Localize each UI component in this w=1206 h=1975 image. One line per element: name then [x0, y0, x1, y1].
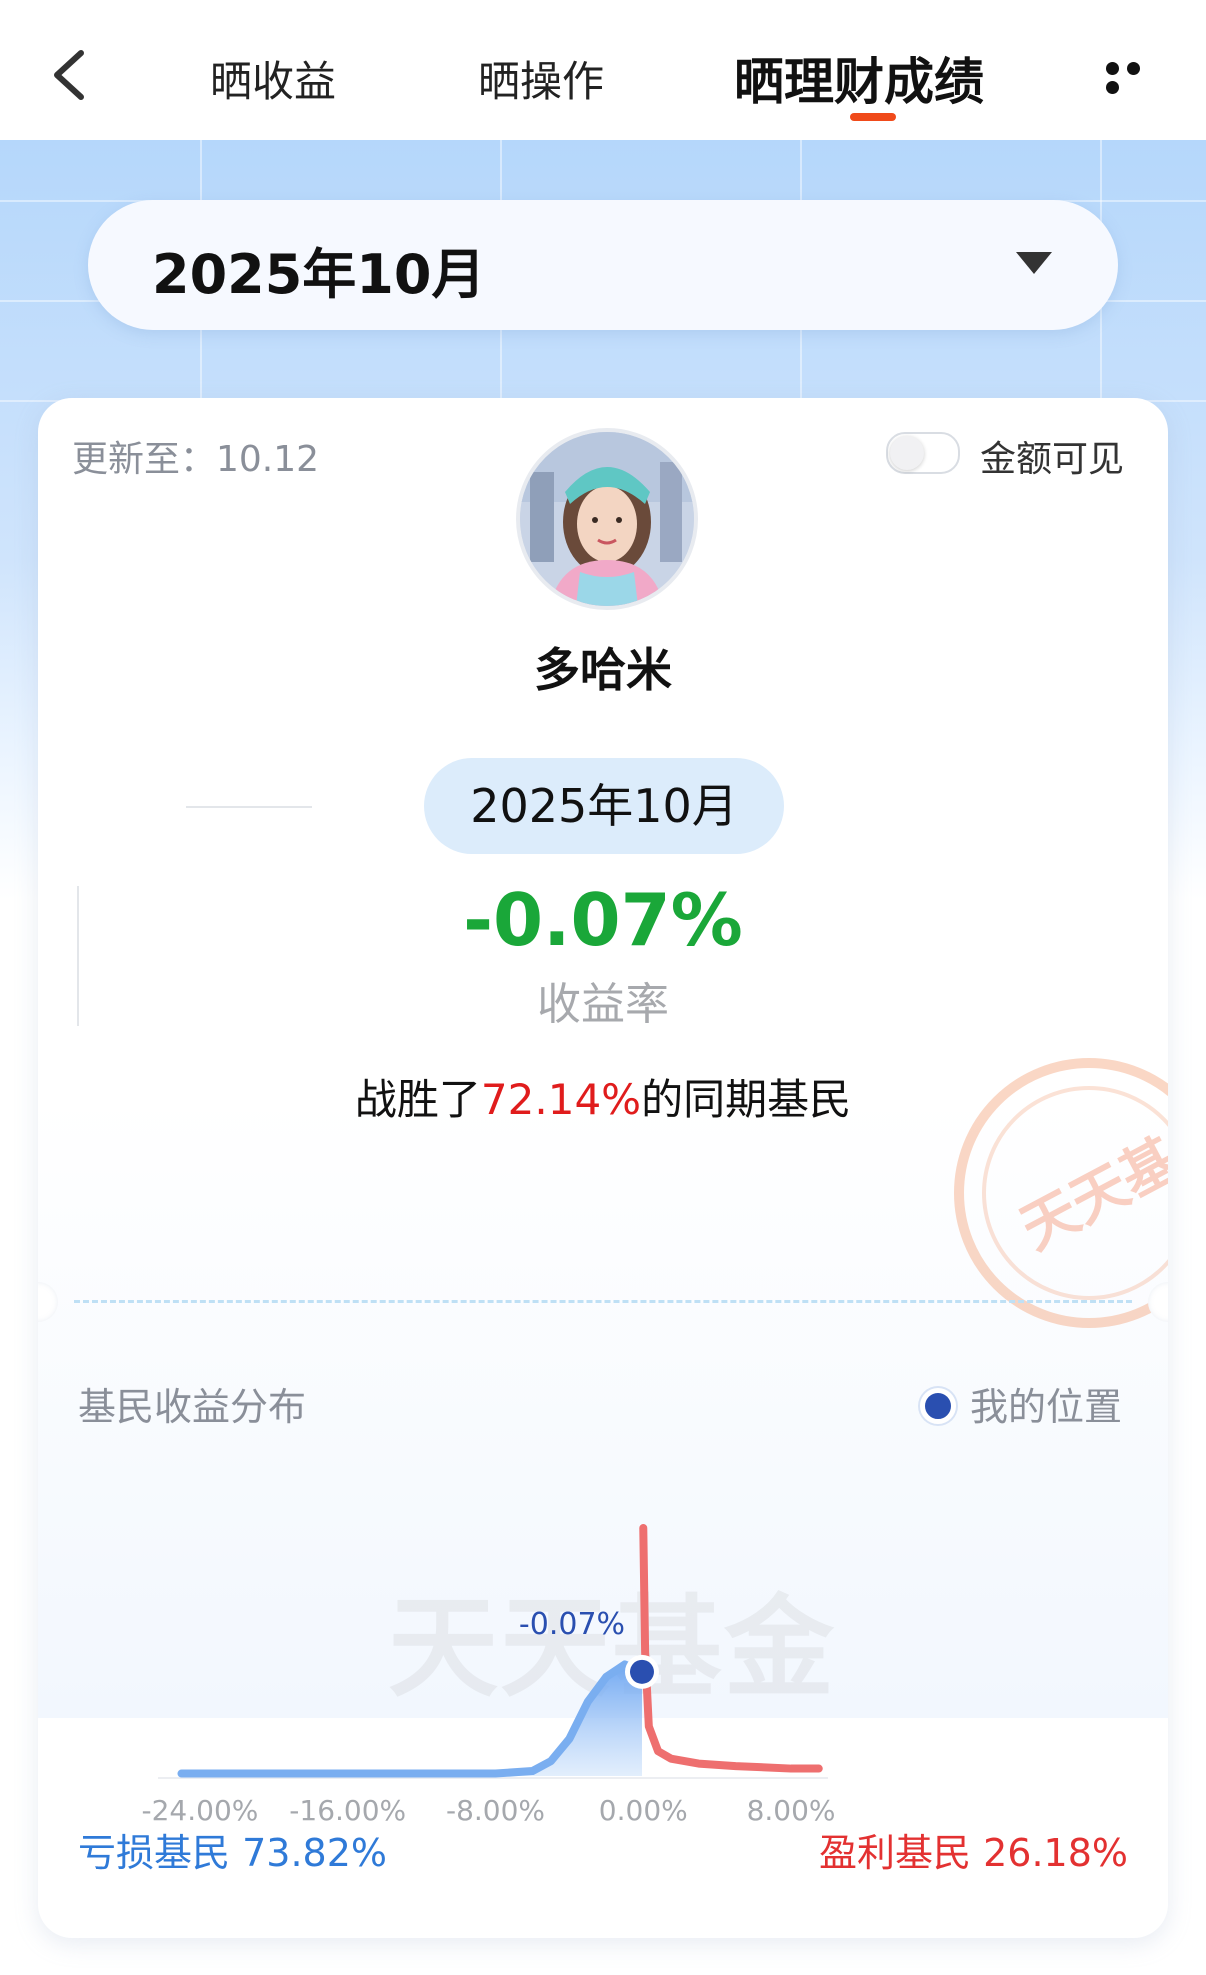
tab-share-performance[interactable]: 晒理财成绩 [734, 42, 984, 114]
top-nav: 晒收益 晒操作 晒理财成绩 [0, 0, 1206, 140]
caret-down-icon [1016, 252, 1052, 274]
loss-percent: 73.82% [242, 1831, 388, 1875]
update-date: 更新至：10.12 [72, 439, 320, 480]
profit-investors: 盈利基民 26.18% [819, 1822, 1128, 1877]
profit-label: 盈利基民 [818, 1831, 971, 1875]
return-rate-label: 收益率 [537, 979, 669, 1030]
tab-share-operations[interactable]: 晒操作 [478, 48, 604, 109]
divider-left [186, 806, 312, 808]
avatar-image [520, 432, 694, 606]
beat-suffix: 的同期基民 [641, 1075, 852, 1124]
x-tick-label: -8.00% [446, 1794, 545, 1827]
marker-label: -0.07% [519, 1607, 625, 1642]
month-selector[interactable]: 2025年10月 [88, 200, 1118, 330]
period-badge: 2025年10月 [424, 758, 784, 854]
amount-visible-label: 金额可见 [980, 439, 1125, 480]
nickname: 多哈米 [534, 643, 672, 697]
loss-label: 亏损基民 [78, 1831, 231, 1875]
tab-share-earnings[interactable]: 晒收益 [210, 48, 336, 109]
loss-investors: 亏损基民 73.82% [78, 1822, 387, 1877]
my-position-marker [629, 1659, 654, 1684]
performance-card: 更新至：10.12 金额可见 多哈米 2025年10月 -0.07% 收益率 战… [38, 398, 1168, 1938]
loss-area [181, 1664, 642, 1776]
amount-visible-toggle[interactable] [886, 432, 960, 474]
distribution-title: 基民收益分布 [78, 1385, 307, 1429]
dashed-divider [74, 1300, 1132, 1303]
marker-dot-icon [920, 1387, 956, 1424]
stamp-seal: 天天基金 [954, 1058, 1168, 1328]
distribution-chart: -24.00% -16.00% -8.00% 0.00% 8.00%-0.07% [142, 1524, 836, 1827]
stamp-text: 天天基金 [1010, 1099, 1168, 1263]
more-dots-icon[interactable] [1106, 60, 1168, 94]
x-tick-label: 0.00% [599, 1794, 688, 1827]
legend-label: 我的位置 [970, 1385, 1123, 1429]
chevron-left-icon[interactable] [45, 45, 95, 105]
return-rate-value: -0.07% [463, 878, 743, 962]
beat-percent: 72.14% [480, 1075, 642, 1124]
active-tab-indicator [850, 113, 896, 121]
profit-series-line [639, 1524, 823, 1773]
toggle-knob [890, 436, 924, 470]
avatar [516, 428, 698, 610]
my-position-legend: 我的位置 [920, 1376, 1122, 1431]
month-selector-value: 2025年10月 [152, 243, 486, 306]
profit-percent: 26.18% [983, 1831, 1128, 1875]
beat-prefix: 战胜了 [354, 1075, 481, 1124]
